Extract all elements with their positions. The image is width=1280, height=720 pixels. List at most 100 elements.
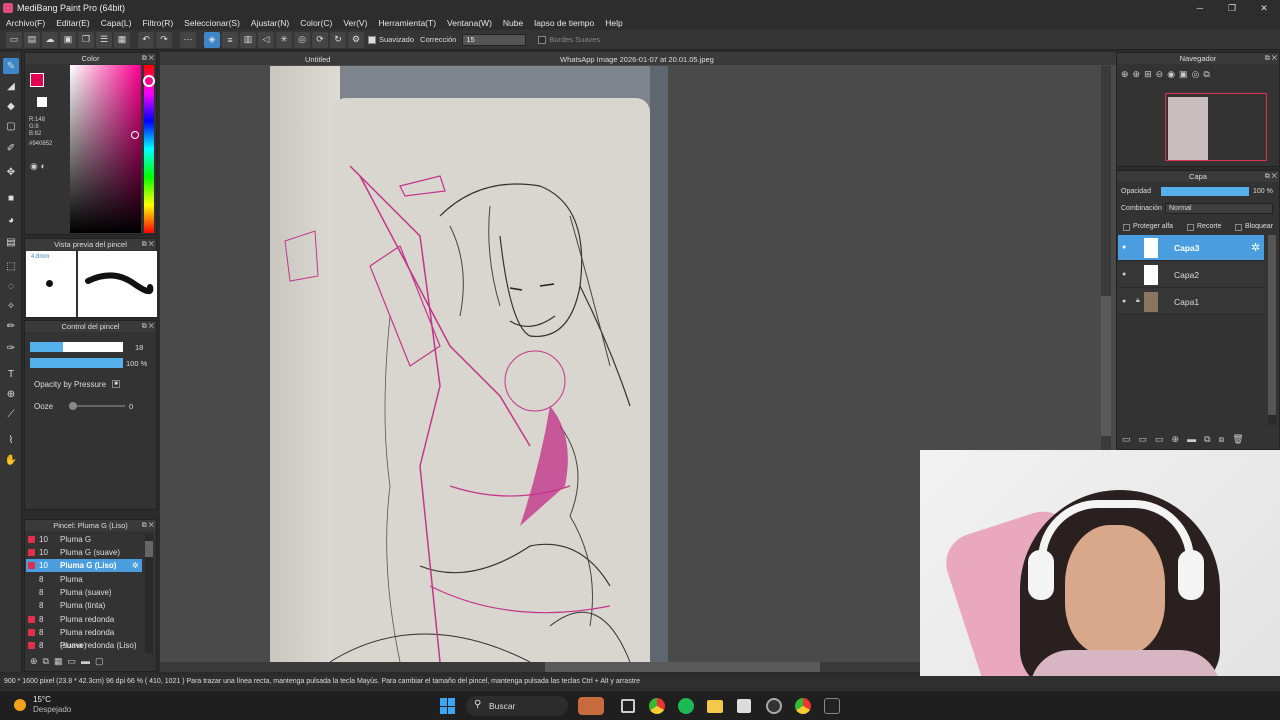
fullscreen-icon[interactable]: ▣ xyxy=(1179,69,1188,80)
snap-curve-icon[interactable]: ⟳ xyxy=(312,31,328,48)
undo-icon[interactable]: ↶ xyxy=(138,31,154,48)
menu-color[interactable]: Color(C) xyxy=(300,18,332,28)
saturation-value-square[interactable] xyxy=(70,65,141,233)
folder-icon[interactable]: ▬ xyxy=(1187,434,1196,448)
brush-item[interactable]: 10 Pluma G xyxy=(26,533,142,546)
save-icon[interactable]: ▣ xyxy=(60,31,76,48)
obs-icon[interactable] xyxy=(766,698,782,714)
file-explorer-icon[interactable] xyxy=(707,700,723,713)
divide-tool-icon[interactable]: ⟋ xyxy=(3,406,19,422)
menu-ver[interactable]: Ver(V) xyxy=(343,18,367,28)
brush-duplicate-icon[interactable]: ▭ xyxy=(68,656,77,670)
text-tool-icon[interactable]: T xyxy=(3,366,19,382)
brush-item[interactable]: 10 Pluma G (suave) xyxy=(26,546,142,559)
open-file-icon[interactable]: ▤ xyxy=(24,31,40,48)
zoom-in-2-icon[interactable]: ⊕ xyxy=(1133,69,1141,80)
snap-circle-icon[interactable]: ◎ xyxy=(294,31,310,48)
merge-layer-icon[interactable]: ⧈ xyxy=(1219,434,1225,448)
move-tool-icon[interactable]: ✥ xyxy=(3,164,19,180)
menu-nube[interactable]: Nube xyxy=(503,18,523,28)
menu-help[interactable]: Help xyxy=(605,18,622,28)
clip-checkbox[interactable] xyxy=(1187,224,1194,231)
task-view-icon[interactable] xyxy=(621,699,635,713)
snap-radial-icon[interactable]: ✳ xyxy=(276,31,292,48)
color-picker-cursor[interactable] xyxy=(131,131,139,139)
rotate-icon[interactable]: ◎ xyxy=(1192,69,1200,80)
new-file-icon[interactable]: ▭ xyxy=(6,31,22,48)
panel-close-icon[interactable]: ⧉ ✕ xyxy=(142,520,154,531)
menu-editar[interactable]: Editar(E) xyxy=(56,18,90,28)
hue-slider[interactable] xyxy=(144,65,154,233)
panel-close-icon[interactable]: ⧉ ✕ xyxy=(1265,53,1277,64)
eyedropper-tool-icon[interactable]: ⌇ xyxy=(3,432,19,448)
new-layer-icon[interactable]: ▭ xyxy=(1122,434,1131,448)
blend-mode-select[interactable]: Normal xyxy=(1165,203,1273,214)
flip-icon[interactable]: ⧉ xyxy=(1203,69,1209,80)
brush-item[interactable]: 8 Pluma redonda xyxy=(26,613,142,626)
new-layer-2-icon[interactable]: ▭ xyxy=(1139,434,1148,448)
menu-lapso[interactable]: lapso de tiempo xyxy=(534,18,594,28)
brush-item[interactable]: 8 Pluma (tinta) xyxy=(26,599,142,612)
menu-ajustar[interactable]: Ajustar(N) xyxy=(251,18,289,28)
menu-ventana[interactable]: Ventana(W) xyxy=(447,18,492,28)
brush-item[interactable]: 8 Pluma (suave) xyxy=(26,586,142,599)
select-tool-icon[interactable]: ⬚ xyxy=(3,258,19,274)
soft-edges-checkbox[interactable] xyxy=(538,35,547,44)
widget-icon[interactable] xyxy=(578,697,604,715)
bucket-tool-icon[interactable]: ◕ xyxy=(3,212,19,228)
operation-tool-icon[interactable]: ⊕ xyxy=(3,386,19,402)
medibang-icon[interactable] xyxy=(824,698,840,714)
palette-icon[interactable]: ◉ ◐ xyxy=(30,161,46,172)
eye-icon[interactable]: ● xyxy=(1122,244,1126,251)
brush-folder-icon[interactable]: ▬ xyxy=(81,656,90,670)
panel-close-icon[interactable]: ⧉ ✕ xyxy=(142,239,154,250)
maximize-button[interactable]: ❐ xyxy=(1216,0,1248,16)
copy-icon[interactable]: ❐ xyxy=(78,31,94,48)
store-icon[interactable] xyxy=(737,699,751,713)
correction-select[interactable]: 15 xyxy=(462,33,527,46)
hand-tool-icon[interactable]: ✋ xyxy=(3,452,19,468)
chrome-profile-icon[interactable] xyxy=(795,698,811,714)
layer-row-selected[interactable]: ● Capa3 ✲ xyxy=(1118,235,1264,261)
brush-delete-icon[interactable]: ▢ xyxy=(95,656,104,670)
zoom-out-icon[interactable]: ⊖ xyxy=(1156,69,1164,80)
brush-tool-icon[interactable]: ✐ xyxy=(3,140,19,156)
pen-tool-icon[interactable]: ✎ xyxy=(3,58,19,74)
gradient-tool-icon[interactable]: ▤ xyxy=(3,234,19,250)
lock-icon[interactable]: 🔒︎ xyxy=(1136,297,1140,305)
fill-rect-tool-icon[interactable]: ■ xyxy=(3,190,19,206)
snap-parallel-icon[interactable]: ≡ xyxy=(222,31,238,48)
snap-grid-icon[interactable]: ▥ xyxy=(240,31,256,48)
navigator-viewport[interactable] xyxy=(1165,93,1267,161)
ooze-slider[interactable] xyxy=(70,405,125,407)
select-pen-tool-icon[interactable]: ✏ xyxy=(3,318,19,334)
brush-list-scrollbar[interactable] xyxy=(145,533,153,653)
magic-wand-tool-icon[interactable]: ✧ xyxy=(3,298,19,314)
rotate-reset-icon[interactable]: ◉ xyxy=(1167,69,1175,80)
layer-opacity-slider[interactable] xyxy=(1161,187,1249,196)
spotify-icon[interactable] xyxy=(678,698,694,714)
fit-icon[interactable]: ⊞ xyxy=(1144,69,1152,80)
cloud-icon[interactable]: ☁ xyxy=(42,31,58,48)
brush-copy-icon[interactable]: ⧉ xyxy=(43,656,49,670)
snap-perspective-icon[interactable]: ◁ xyxy=(258,31,274,48)
menu-filtro[interactable]: Filtro(R) xyxy=(142,18,173,28)
panel-close-icon[interactable]: ⧉ ✕ xyxy=(142,53,154,64)
brush-opacity-slider[interactable] xyxy=(30,358,123,368)
menu-seleccionar[interactable]: Seleccionar(S) xyxy=(184,18,240,28)
document-tab-untitled[interactable]: Untitled xyxy=(305,55,330,64)
gear-icon[interactable]: ✲ xyxy=(132,559,139,572)
menu-capa[interactable]: Capa(L) xyxy=(101,18,132,28)
snap-off-icon[interactable]: ◈ xyxy=(204,31,220,48)
dot-tool-icon[interactable]: ◆ xyxy=(3,98,19,114)
brush-item-selected[interactable]: 10 Pluma G (Liso) ✲ xyxy=(26,559,142,572)
eraser-tool-icon[interactable]: ◢ xyxy=(3,78,19,94)
ooze-slider-handle[interactable] xyxy=(69,402,77,410)
snap-rotate-icon[interactable]: ↻ xyxy=(330,31,346,48)
new-layer-3-icon[interactable]: ▭ xyxy=(1155,434,1164,448)
selection-off-icon[interactable]: ⋯ xyxy=(180,31,196,48)
gear-icon[interactable]: ✲ xyxy=(1251,241,1260,254)
smoothing-checkbox[interactable] xyxy=(368,35,376,44)
brush-item[interactable]: 8 Pluma redonda (suave) xyxy=(26,626,142,650)
opacity-pressure-checkbox[interactable]: ■ xyxy=(112,380,120,388)
